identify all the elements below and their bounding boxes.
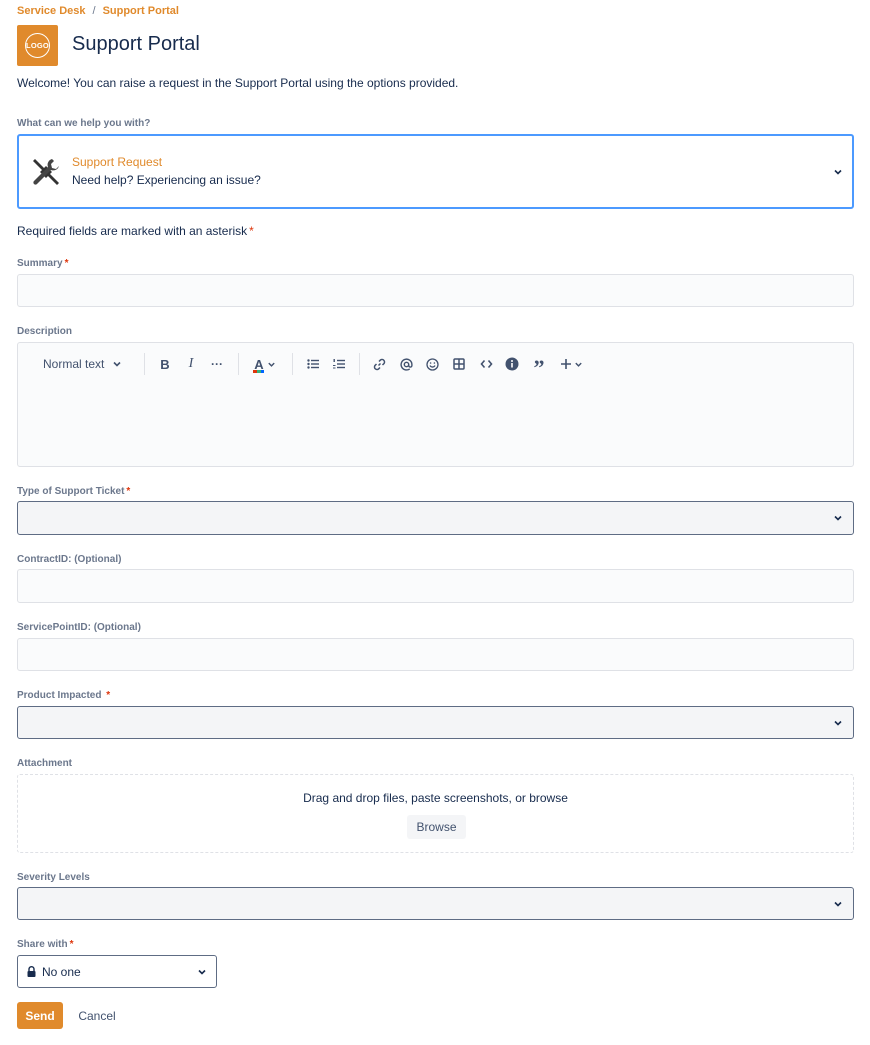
product-impacted-label: Product Impacted * bbox=[17, 690, 110, 701]
bold-button[interactable]: B bbox=[156, 353, 174, 375]
support-ticket-type-select[interactable] bbox=[17, 501, 854, 535]
bullet-list-button[interactable] bbox=[304, 353, 322, 375]
chevron-down-icon bbox=[267, 362, 275, 367]
chevron-down-icon bbox=[198, 969, 206, 975]
lock-icon bbox=[27, 966, 36, 977]
request-type-name: Support Request bbox=[72, 155, 163, 169]
numbered-list-button[interactable] bbox=[330, 353, 348, 375]
emoji-button[interactable] bbox=[423, 353, 441, 375]
product-impacted-select[interactable] bbox=[17, 706, 854, 739]
insert-more-button[interactable] bbox=[557, 353, 585, 375]
request-type-select[interactable]: Support Request Need help? Experiencing … bbox=[17, 134, 854, 209]
page-title: Support Portal bbox=[72, 33, 200, 55]
link-icon bbox=[373, 358, 385, 370]
attachment-label: Attachment bbox=[17, 758, 73, 769]
product-impacted-label-text: Product Impacted bbox=[17, 690, 105, 701]
chevron-down-icon bbox=[834, 169, 842, 175]
bullet-list-icon bbox=[307, 359, 319, 369]
browse-button[interactable]: Browse bbox=[407, 815, 466, 839]
required-star: * bbox=[69, 939, 74, 950]
breadcrumb-service-desk[interactable]: Service Desk bbox=[17, 5, 86, 17]
share-with-label-text: Share with bbox=[17, 939, 68, 950]
numbered-list-icon bbox=[333, 359, 345, 369]
chevron-down-icon bbox=[834, 515, 842, 521]
tools-icon bbox=[33, 159, 59, 185]
required-star: * bbox=[126, 486, 131, 497]
required-note-text: Required fields are marked with an aster… bbox=[17, 224, 248, 238]
description-label: Description bbox=[17, 326, 73, 337]
description-editor[interactable]: Normal text B I ··· A ” bbox=[17, 342, 854, 467]
share-with-value: No one bbox=[42, 965, 81, 979]
request-type-label: What can we help you with? bbox=[17, 118, 151, 129]
more-formatting-button[interactable]: ··· bbox=[208, 353, 226, 375]
share-with-label: Share with * bbox=[17, 939, 73, 950]
welcome-message: Welcome! You can raise a request in the … bbox=[17, 76, 459, 90]
cancel-button[interactable]: Cancel bbox=[74, 1002, 120, 1029]
info-icon bbox=[505, 357, 519, 371]
breadcrumb-separator: / bbox=[92, 5, 96, 17]
summary-label-text: Summary bbox=[17, 258, 63, 269]
attachment-dropzone[interactable]: Drag and drop files, paste screenshots, … bbox=[17, 774, 854, 853]
mention-icon bbox=[399, 358, 413, 371]
chevron-down-icon bbox=[113, 361, 121, 367]
toolbar-divider bbox=[292, 353, 293, 375]
summary-input[interactable] bbox=[17, 274, 854, 307]
chevron-down-icon bbox=[574, 362, 582, 367]
dropzone-text: Drag and drop files, paste screenshots, … bbox=[303, 791, 568, 805]
chevron-down-icon bbox=[834, 901, 842, 907]
text-style-dropdown[interactable]: Normal text bbox=[43, 353, 129, 375]
link-button[interactable] bbox=[370, 353, 388, 375]
italic-button[interactable]: I bbox=[182, 353, 200, 375]
required-star: * bbox=[106, 690, 111, 701]
chevron-down-icon bbox=[834, 720, 842, 726]
info-panel-button[interactable] bbox=[503, 353, 521, 375]
code-icon bbox=[479, 359, 493, 369]
toolbar-divider bbox=[359, 353, 360, 375]
required-star: * bbox=[249, 224, 254, 238]
share-with-select[interactable]: No one bbox=[17, 955, 217, 988]
table-icon bbox=[453, 358, 465, 370]
contract-id-label: ContractID: (Optional) bbox=[17, 554, 122, 565]
emoji-icon bbox=[425, 357, 439, 371]
summary-label: Summary * bbox=[17, 258, 68, 269]
send-button[interactable]: Send bbox=[17, 1002, 63, 1029]
severity-levels-select[interactable] bbox=[17, 887, 854, 920]
support-ticket-type-label-text: Type of Support Ticket bbox=[17, 486, 125, 497]
logo-badge: LOGO bbox=[25, 33, 50, 58]
service-point-id-label: ServicePointID: (Optional) bbox=[17, 622, 141, 633]
plus-icon bbox=[560, 359, 571, 369]
table-button[interactable] bbox=[450, 353, 468, 375]
mention-button[interactable] bbox=[397, 353, 415, 375]
quote-button[interactable]: ” bbox=[530, 353, 548, 379]
toolbar-divider bbox=[144, 353, 145, 375]
service-point-id-input[interactable] bbox=[17, 638, 854, 671]
code-button[interactable] bbox=[477, 353, 495, 375]
text-style-label: Normal text bbox=[43, 357, 105, 371]
text-color-button[interactable]: A bbox=[250, 353, 280, 375]
color-bar-icon bbox=[253, 370, 264, 373]
required-fields-note: Required fields are marked with an aster… bbox=[17, 224, 254, 238]
request-type-description: Need help? Experiencing an issue? bbox=[72, 173, 261, 187]
breadcrumb: Service Desk / Support Portal bbox=[17, 5, 179, 17]
required-star: * bbox=[64, 258, 69, 269]
contract-id-input[interactable] bbox=[17, 569, 854, 603]
severity-levels-label: Severity Levels bbox=[17, 872, 90, 883]
logo-text: LOGO bbox=[26, 41, 49, 50]
breadcrumb-support-portal[interactable]: Support Portal bbox=[103, 5, 179, 17]
support-ticket-type-label: Type of Support Ticket * bbox=[17, 486, 130, 497]
portal-logo: LOGO bbox=[17, 25, 58, 66]
toolbar-divider bbox=[238, 353, 239, 375]
